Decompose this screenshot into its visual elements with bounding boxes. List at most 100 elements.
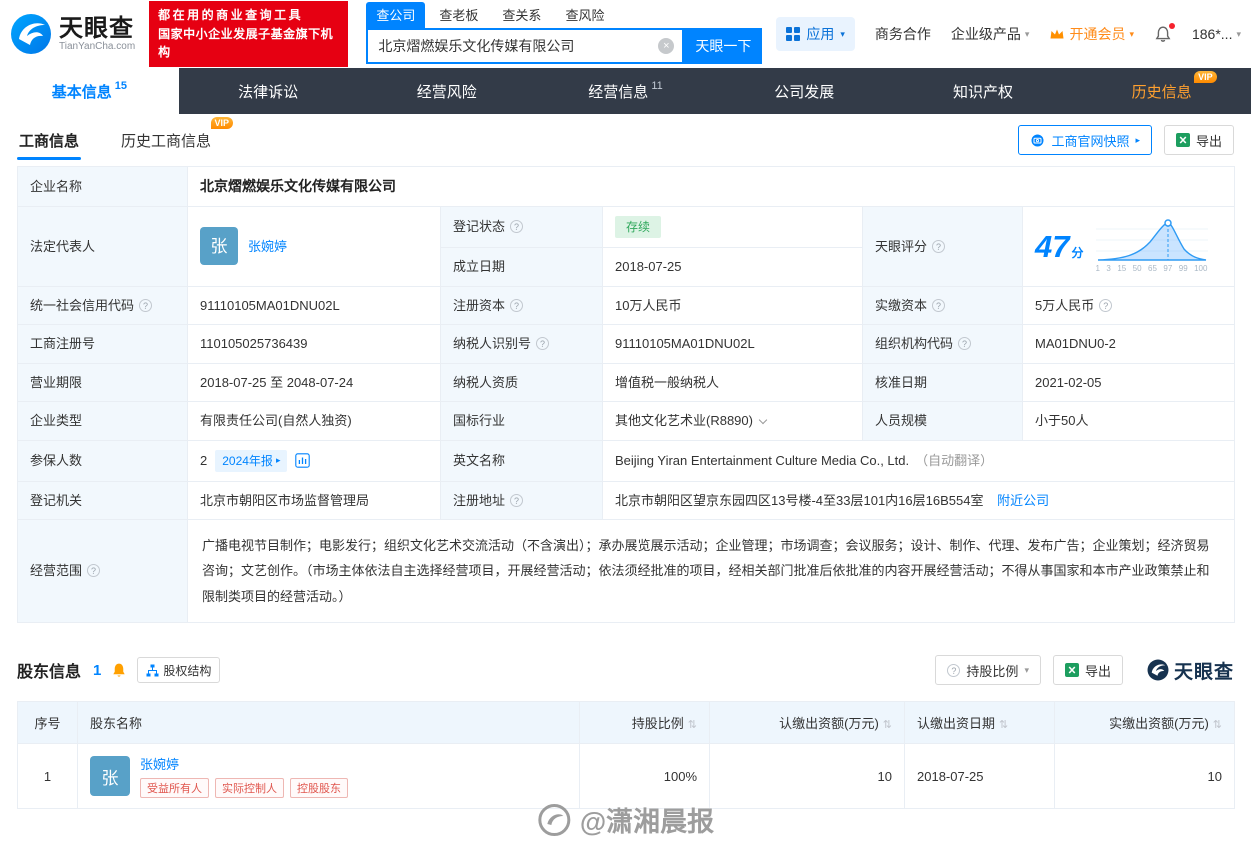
tianyan-score[interactable]: 47 分 1 3 15 50 65 97 99 100 (1035, 218, 1222, 275)
sort-icon[interactable]: ⇅ (883, 719, 892, 731)
tag-actual-controller: 实际控制人 (215, 778, 284, 799)
shareholder-ratio: 100% (579, 743, 710, 810)
subtab-history-business-info[interactable]: VIP 历史工商信息 (119, 115, 234, 166)
brand-label: 天眼查 (1173, 661, 1234, 683)
menu-open-vip[interactable]: 开通会员 ▾ (1049, 24, 1134, 44)
subtab-label: 历史工商信息 (121, 132, 212, 150)
nearby-companies-link[interactable]: 附近公司 (997, 493, 1049, 508)
field-label: 企业名称 (17, 166, 188, 207)
tab-company-development[interactable]: 公司发展 (715, 68, 894, 114)
tag-controlling-shareholder: 控股股东 (290, 778, 348, 799)
company-nav-tabs: 基本信息 15 法律诉讼 经营风险 经营信息 11 公司发展 知识产权 VIP … (0, 68, 1251, 114)
shareholders-title: 股东信息 (17, 664, 82, 682)
search-box: × (366, 27, 685, 64)
approval-date: 2021-02-05 (1021, 362, 1236, 402)
subscribe-bell-icon[interactable] (111, 662, 127, 678)
help-icon: ? (947, 663, 961, 677)
tab-basic-info[interactable]: 基本信息 15 (0, 68, 179, 114)
annual-report-badge[interactable]: 2024年报 ▸ (215, 449, 288, 472)
export-shareholders-button[interactable]: 导出 (1052, 655, 1123, 686)
paid-capital: 5万人民币? (1021, 285, 1236, 325)
col-paid: 实缴出资额(万元) ⇅ (1054, 701, 1235, 745)
menu-business-cooperation[interactable]: 商务合作 (875, 24, 931, 44)
annual-report-icon[interactable] (295, 453, 311, 468)
vip-badge: VIP (1194, 71, 1217, 83)
menu-enterprise-products[interactable]: 企业级产品 ▾ (951, 24, 1030, 44)
notification-bell-icon[interactable] (1154, 23, 1175, 43)
search-tab-relation[interactable]: 查关系 (492, 2, 551, 28)
taxpayer-id: 91110105MA01DNU02L (602, 324, 863, 364)
help-icon[interactable]: ? (536, 337, 550, 350)
legal-rep-link[interactable]: 张婉婷 (248, 237, 287, 257)
legal-rep-avatar[interactable]: 张 (200, 227, 238, 266)
holding-ratio-filter-button[interactable]: ? 持股比例 ▾ (935, 655, 1041, 686)
field-label: 成立日期 (440, 247, 603, 287)
registration-number: 110105025736439 (187, 324, 441, 364)
tab-label: 经营信息 (588, 83, 649, 101)
help-icon[interactable]: ? (510, 298, 524, 312)
row-business-scope: 经营范围? 广播电视节目制作；电影发行；组织文化艺术交流活动（不含演出）；承办展… (17, 518, 1236, 624)
tab-intellectual-property[interactable]: 知识产权 (894, 68, 1073, 114)
enterprise-products-label: 企业级产品 (950, 26, 1021, 42)
help-icon[interactable]: ? (510, 220, 524, 234)
help-icon[interactable]: ? (958, 337, 972, 350)
user-account[interactable]: 186*... ▾ (1192, 26, 1241, 42)
registered-address: 北京市朝阳区望京东园四区13号楼-4至33层101内16层16B554室 附近公… (601, 480, 1236, 520)
notification-dot (1168, 23, 1175, 29)
field-label: 工商注册号 (17, 324, 188, 364)
apps-menu[interactable]: 应用 ▾ (776, 17, 855, 51)
search-tab-boss[interactable]: 查老板 (429, 2, 488, 28)
crown-icon (1049, 28, 1065, 40)
equity-structure-button[interactable]: 股权结构 (137, 657, 221, 684)
chevron-down-icon (758, 415, 768, 425)
sort-icon[interactable]: ⇅ (688, 719, 697, 731)
field-label: 注册资本? (440, 285, 603, 325)
registered-capital: 10万人民币 (602, 285, 863, 325)
tianyancha-brand-mark: 天眼查 (1147, 657, 1234, 684)
row-insured: 参保人数 2 2024年报 ▸ 英文名称 Beijing Yiran Enter… (17, 439, 1236, 482)
field-label: 纳税人资质 (440, 362, 603, 402)
help-icon[interactable]: ? (932, 298, 946, 312)
shareholders-table: 序号 股东名称 持股比例 ⇅ 认缴出资额(万元) ⇅ 认缴出资日期 ⇅ 实缴出资额(万… (17, 701, 1235, 810)
field-label: 企业类型 (17, 401, 188, 441)
annual-report-label: 2024年报 (222, 453, 273, 468)
sort-icon[interactable]: ⇅ (999, 719, 1008, 731)
tab-history-info[interactable]: VIP 历史信息 (1072, 68, 1251, 114)
tab-label: 知识产权 (952, 83, 1013, 101)
search-tab-company[interactable]: 查公司 (366, 1, 426, 28)
subtab-business-info[interactable]: 工商信息 (17, 115, 82, 166)
tab-legal-proceedings[interactable]: 法律诉讼 (179, 68, 358, 114)
official-snapshot-button[interactable]: 工商官网快照 ▸ (1018, 125, 1152, 155)
field-label: 核准日期 (862, 362, 1023, 402)
tag-beneficial-owner: 受益所有人 (140, 778, 209, 799)
score-value: 47 (1035, 228, 1070, 264)
tab-operation-info[interactable]: 经营信息 11 (536, 68, 715, 114)
help-icon[interactable]: ? (1099, 298, 1113, 312)
export-button[interactable]: 导出 (1163, 125, 1234, 155)
tab-label: 法律诉讼 (238, 83, 299, 101)
apps-grid-icon (786, 27, 801, 41)
tab-count: 11 (651, 80, 663, 92)
shareholder-name-link[interactable]: 张婉婷 (140, 757, 179, 772)
score-distribution-chart: 1 3 15 50 65 97 99 100 (1095, 218, 1208, 275)
search-area: 查公司 查老板 查关系 查风险 × 天眼一下 (366, 1, 763, 64)
help-icon[interactable]: ? (932, 239, 946, 253)
tab-operation-risk[interactable]: 经营风险 (357, 68, 536, 114)
shareholder-avatar[interactable]: 张 (90, 756, 130, 797)
field-label: 国标行业 (440, 401, 603, 441)
industry[interactable]: 其他文化艺术业(R8890) (602, 401, 863, 441)
business-info-table: 企业名称 北京熠燃娱乐文化传媒有限公司 法定代表人 张 张婉婷 登记状态? 存续… (17, 166, 1236, 624)
establish-date: 2018-07-25 (602, 247, 863, 287)
search-input[interactable] (378, 37, 659, 54)
clear-search-icon[interactable]: × (658, 37, 675, 54)
help-icon[interactable]: ? (87, 564, 101, 578)
field-label: 参保人数 (17, 439, 188, 482)
help-icon[interactable]: ? (510, 493, 524, 507)
sort-icon[interactable]: ⇅ (1213, 719, 1222, 731)
help-icon[interactable]: ? (139, 298, 153, 312)
business-term: 2018-07-25 至 2048-07-24 (187, 362, 441, 402)
field-label: 经营范围? (17, 518, 188, 624)
search-button[interactable]: 天眼一下 (684, 27, 763, 64)
tianyancha-logo[interactable]: 天眼查 TianYanCha.com (10, 13, 135, 55)
search-tab-risk[interactable]: 查风险 (555, 2, 614, 28)
